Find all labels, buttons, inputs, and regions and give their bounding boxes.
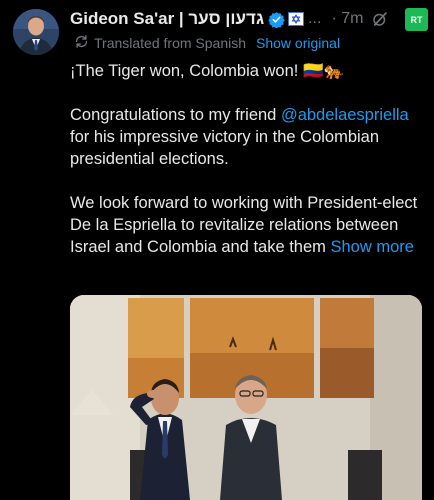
tweet-line-1-text: ¡The Tiger won, Colombia won!	[70, 62, 299, 80]
author-name[interactable]: Gideon Sa'ar | גדעון סער	[70, 9, 264, 29]
translation-notice: Translated from Spanish Show original	[74, 34, 340, 52]
grok-icon[interactable]	[371, 10, 389, 28]
author-avatar[interactable]	[13, 9, 59, 55]
tweet-paragraph-2: Congratulations to my friend @abdelaespr…	[70, 104, 428, 170]
tweet-p2-after: for his impressive victory in the Colomb…	[70, 128, 380, 168]
tweet-header: Gideon Sa'ar | גדעון סער ... · 7m	[70, 8, 428, 30]
rt-badge-label: RT	[410, 14, 423, 25]
mention-link[interactable]: @abdelaespriella	[281, 106, 409, 124]
tweet-photo[interactable]	[70, 295, 422, 500]
tweet-timestamp[interactable]: · 7m	[331, 10, 363, 28]
colombia-flag-tiger-emoji: 🇨🇴🐅	[302, 62, 345, 80]
translate-icon	[74, 34, 89, 52]
tweet-p2-before: Congratulations to my friend	[70, 106, 277, 124]
show-more-link[interactable]: Show more	[331, 238, 414, 256]
rt-logo-icon: RT	[405, 8, 428, 31]
verified-badge-icon	[268, 11, 285, 28]
translated-from-label: Translated from Spanish	[94, 35, 246, 51]
tweet-line-1: ¡The Tiger won, Colombia won! 🇨🇴🐅	[70, 60, 428, 82]
israel-flag-badge-icon	[288, 12, 305, 26]
name-truncation-ellipsis: ...	[308, 10, 322, 27]
show-original-link[interactable]: Show original	[256, 35, 340, 51]
tweet-paragraph-3: We look forward to working with Presiden…	[70, 192, 428, 258]
tweet-text: ¡The Tiger won, Colombia won! 🇨🇴🐅 Congra…	[70, 60, 428, 258]
